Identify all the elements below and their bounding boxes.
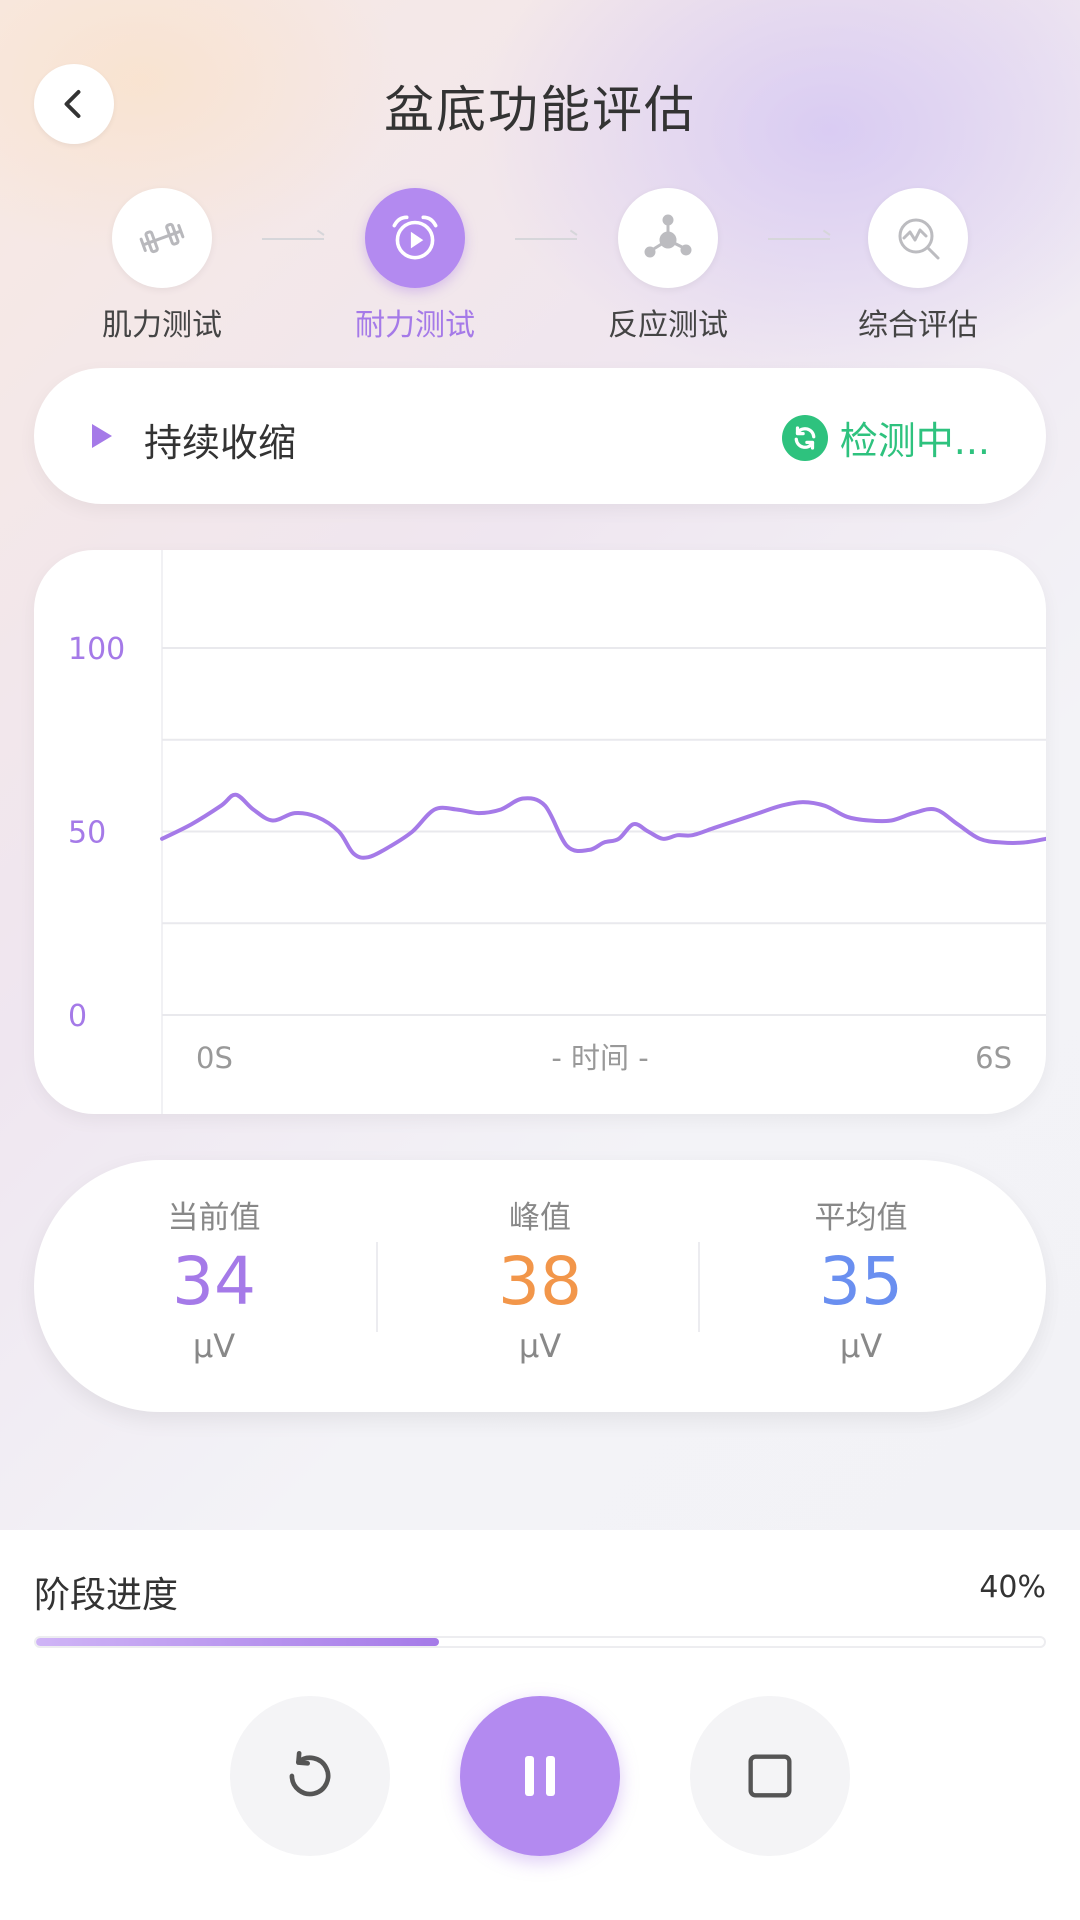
step-circle (112, 188, 212, 288)
step-overall[interactable]: 综合评估 (828, 188, 1008, 344)
stop-icon (748, 1754, 792, 1798)
step-label: 反应测试 (608, 308, 728, 343)
step-circle (618, 188, 718, 288)
stat-unit: μV (518, 1327, 562, 1365)
emg-chart: 100 50 0 0S - 时间 - 6S (34, 550, 1046, 1114)
pause-button[interactable] (460, 1696, 620, 1856)
bottom-panel: 阶段进度 40% (0, 1530, 1080, 1920)
screen: 盆底功能评估 肌力测试 耐力测试 反应测试 综合评估 持续收缩 检测中... 1… (0, 0, 1080, 1920)
pause-icon (525, 1756, 555, 1796)
detect-text: 检测中... (839, 419, 990, 463)
stat-unit: μV (839, 1327, 883, 1365)
stat-value: 34 (172, 1243, 256, 1320)
alarm-play-icon (392, 215, 438, 260)
step-strength[interactable]: 肌力测试 (72, 188, 252, 344)
step-indicator: 肌力测试 耐力测试 反应测试 综合评估 (0, 188, 1080, 348)
stat-peak: 峰值 38 μV (390, 1192, 690, 1365)
progress-percent: 40% (979, 1570, 1046, 1605)
progress-label: 阶段进度 (34, 1575, 179, 1616)
reset-button[interactable] (230, 1696, 390, 1856)
x-label-start: 0S (196, 1041, 233, 1075)
stat-unit: μV (192, 1327, 236, 1365)
stats-card: 当前值 34 μV 峰值 38 μV 平均值 35 μV (34, 1160, 1046, 1412)
dumbbell-icon (139, 222, 185, 254)
step-circle (868, 188, 968, 288)
step-reaction[interactable]: 反应测试 (578, 188, 758, 344)
stop-button[interactable] (690, 1696, 850, 1856)
progress-bar (34, 1636, 1046, 1648)
stat-label: 当前值 (167, 1200, 261, 1236)
chart-svg: 100 50 0 0S - 时间 - 6S (68, 550, 1046, 1114)
step-circle (365, 188, 465, 288)
progress-fill (36, 1638, 440, 1646)
page-title: 盆底功能评估 (384, 81, 696, 139)
stat-value: 35 (819, 1243, 903, 1320)
stat-value: 38 (498, 1243, 582, 1320)
series-line (160, 792, 1046, 860)
x-label-end: 6S (975, 1041, 1012, 1075)
stat-average: 平均值 35 μV (711, 1192, 1011, 1365)
step-endurance[interactable]: 耐力测试 (325, 188, 505, 344)
step-connector (262, 238, 324, 240)
stat-label: 峰值 (509, 1200, 571, 1236)
network-icon (644, 214, 692, 258)
reset-icon (289, 1750, 331, 1797)
stage-name: 持续收缩 (144, 421, 297, 465)
refresh-icon (781, 414, 828, 461)
step-label: 肌力测试 (102, 308, 222, 343)
y-tick-label: 0 (68, 999, 87, 1034)
y-tick-label: 50 (68, 816, 106, 851)
y-tick-label: 100 (68, 632, 125, 667)
stat-current: 当前值 34 μV (64, 1192, 364, 1365)
step-label: 综合评估 (858, 308, 978, 343)
step-connector (768, 238, 830, 240)
step-label: 耐力测试 (355, 308, 475, 343)
x-axis-label: - 时间 - (551, 1041, 648, 1075)
stat-divider (376, 1242, 378, 1332)
stat-label: 平均值 (814, 1200, 908, 1236)
chart-magnifier-icon (898, 218, 940, 260)
play-triangle-icon (92, 424, 112, 448)
stat-divider (698, 1242, 700, 1332)
step-connector (515, 238, 577, 240)
status-card: 持续收缩 检测中... (34, 368, 1046, 504)
detect-status: 检测中... (781, 410, 990, 465)
